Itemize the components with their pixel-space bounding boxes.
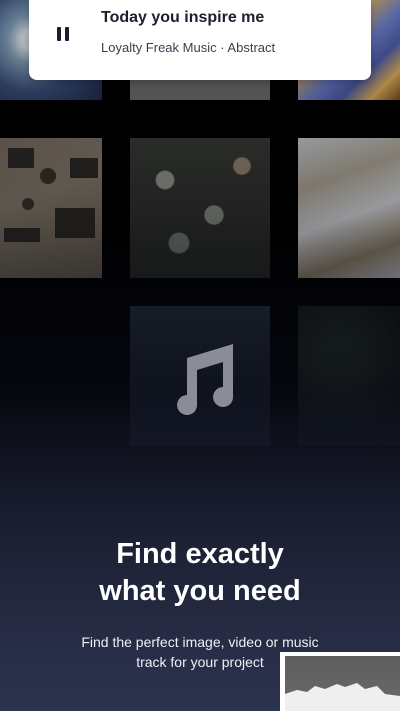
track-artist-genre: Loyalty Freak Music · Abstract [101, 40, 276, 55]
preview-image [285, 656, 400, 711]
headline-line-2: what you need [99, 575, 301, 607]
music-note-icon [177, 344, 234, 415]
preview-thumbnail[interactable] [280, 652, 400, 711]
track-title: Today you inspire me [101, 9, 265, 26]
hero-headline: Find exactly what you need [0, 536, 400, 610]
now-playing-card[interactable]: Today you inspire me Loyalty Freak Music… [29, 0, 371, 80]
description-line-1: Find the perfect image, video or music [81, 634, 319, 650]
pause-icon[interactable] [51, 22, 75, 46]
headline-line-1: Find exactly [116, 538, 284, 570]
